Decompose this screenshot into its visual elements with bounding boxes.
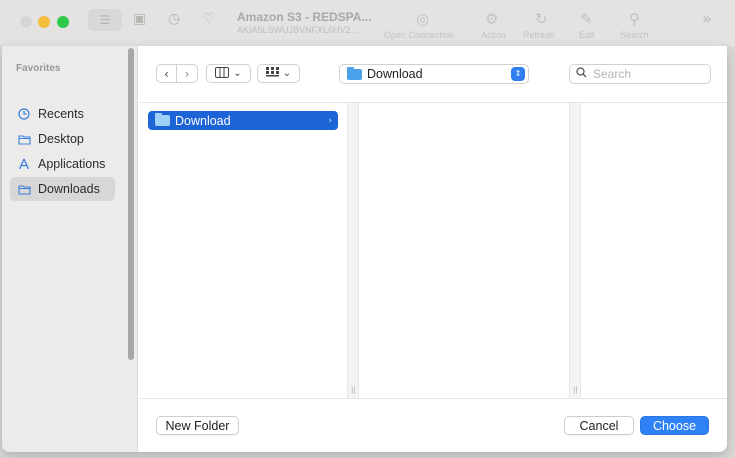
toolbar-edit: Edit xyxy=(579,30,595,40)
bonjour-icon: ♡ xyxy=(203,11,216,27)
background-window-toolbar: ☰ ▣ ◷ ♡ Amazon S3 - REDSPA... AKIA5LSWUJ… xyxy=(0,0,735,46)
browser-column-1: Download › xyxy=(139,103,347,398)
cancel-button[interactable]: Cancel xyxy=(564,416,634,435)
sidebar-item-label: Downloads xyxy=(38,182,100,196)
background-window-subtitle: AKIA5LSWUJBVNFXL6HV2... xyxy=(237,25,359,35)
sidebar-item-label: Recents xyxy=(38,107,84,121)
new-folder-button[interactable]: New Folder xyxy=(156,416,239,435)
location-popup[interactable]: Download ⇕ xyxy=(339,64,529,84)
browser-column-3 xyxy=(581,103,727,398)
toolbar-action: Action xyxy=(481,30,507,40)
chevron-down-icon: ⌄ xyxy=(282,68,292,79)
choose-button[interactable]: Choose xyxy=(640,416,709,435)
back-button[interactable]: ‹ xyxy=(156,64,177,83)
grid-icon xyxy=(265,66,279,81)
view-mode-button[interactable]: ⌄ xyxy=(206,64,251,83)
toolbar-open-connection: Open Connection xyxy=(384,30,455,40)
browser-column-2 xyxy=(359,103,569,398)
sidebar: Favorites Recents Desktop Applications D… xyxy=(2,46,138,452)
search-input[interactable] xyxy=(593,67,703,81)
clock-icon xyxy=(18,108,32,120)
grip-icon: || xyxy=(351,386,356,394)
search-icon: ⚲ xyxy=(629,10,640,28)
folder-icon xyxy=(18,184,32,195)
folder-icon xyxy=(155,113,170,126)
outline-view-icon: ☰ xyxy=(88,9,122,31)
background-window-title: Amazon S3 - REDSPA... xyxy=(237,10,372,24)
sidebar-item-recents[interactable]: Recents xyxy=(10,102,115,126)
group-by-button[interactable]: ⌄ xyxy=(257,64,300,83)
up-down-chevron-icon: ⇕ xyxy=(511,67,525,81)
list-item-label: Download xyxy=(175,113,231,128)
sidebar-item-desktop[interactable]: Desktop xyxy=(10,127,115,151)
column-resize-handle[interactable]: || xyxy=(569,103,581,398)
list-item[interactable]: Download › xyxy=(148,111,338,130)
chevron-left-icon: ‹ xyxy=(164,66,169,81)
window-close-button[interactable] xyxy=(20,16,32,28)
folder-icon xyxy=(347,66,362,80)
chevron-right-icon: › xyxy=(328,115,332,126)
search-field[interactable] xyxy=(569,64,711,84)
refresh-icon: ↻ xyxy=(535,10,548,28)
pencil-icon: ✎ xyxy=(580,10,593,28)
sidebar-heading: Favorites xyxy=(16,63,61,74)
window-maximize-button[interactable] xyxy=(57,16,69,28)
chevron-down-icon: ⌄ xyxy=(233,68,242,79)
toolbar-refresh: Refresh xyxy=(523,30,555,40)
window-minimize-button[interactable] xyxy=(38,16,50,28)
sidebar-scrollbar[interactable] xyxy=(128,48,134,360)
folder-icon xyxy=(18,134,32,145)
back-forward-group: ‹ › xyxy=(156,64,198,84)
sidebar-item-label: Applications xyxy=(38,157,106,171)
toolbar-overflow-icon: » xyxy=(702,9,712,28)
sidebar-item-downloads[interactable]: Downloads xyxy=(10,177,115,201)
search-icon xyxy=(576,67,587,81)
columns-view-icon xyxy=(215,66,230,81)
open-panel-sheet: Favorites Recents Desktop Applications D… xyxy=(2,46,727,452)
globe-plus-icon: ◎ xyxy=(416,10,430,28)
sidebar-item-label: Desktop xyxy=(38,132,84,146)
column-resize-handle[interactable]: || xyxy=(347,103,359,398)
toolbar-search: Search xyxy=(620,30,649,40)
applications-icon xyxy=(18,158,32,170)
grip-icon: || xyxy=(573,386,578,394)
sidebar-item-applications[interactable]: Applications xyxy=(10,152,115,176)
gear-icon: ⚙ xyxy=(485,10,499,28)
forward-button[interactable]: › xyxy=(177,64,198,83)
chevron-right-icon: › xyxy=(184,66,190,81)
history-icon: ◷ xyxy=(168,11,181,27)
footer-divider xyxy=(139,398,727,399)
location-popup-label: Download xyxy=(367,67,423,81)
bookmark-icon: ▣ xyxy=(133,11,147,27)
